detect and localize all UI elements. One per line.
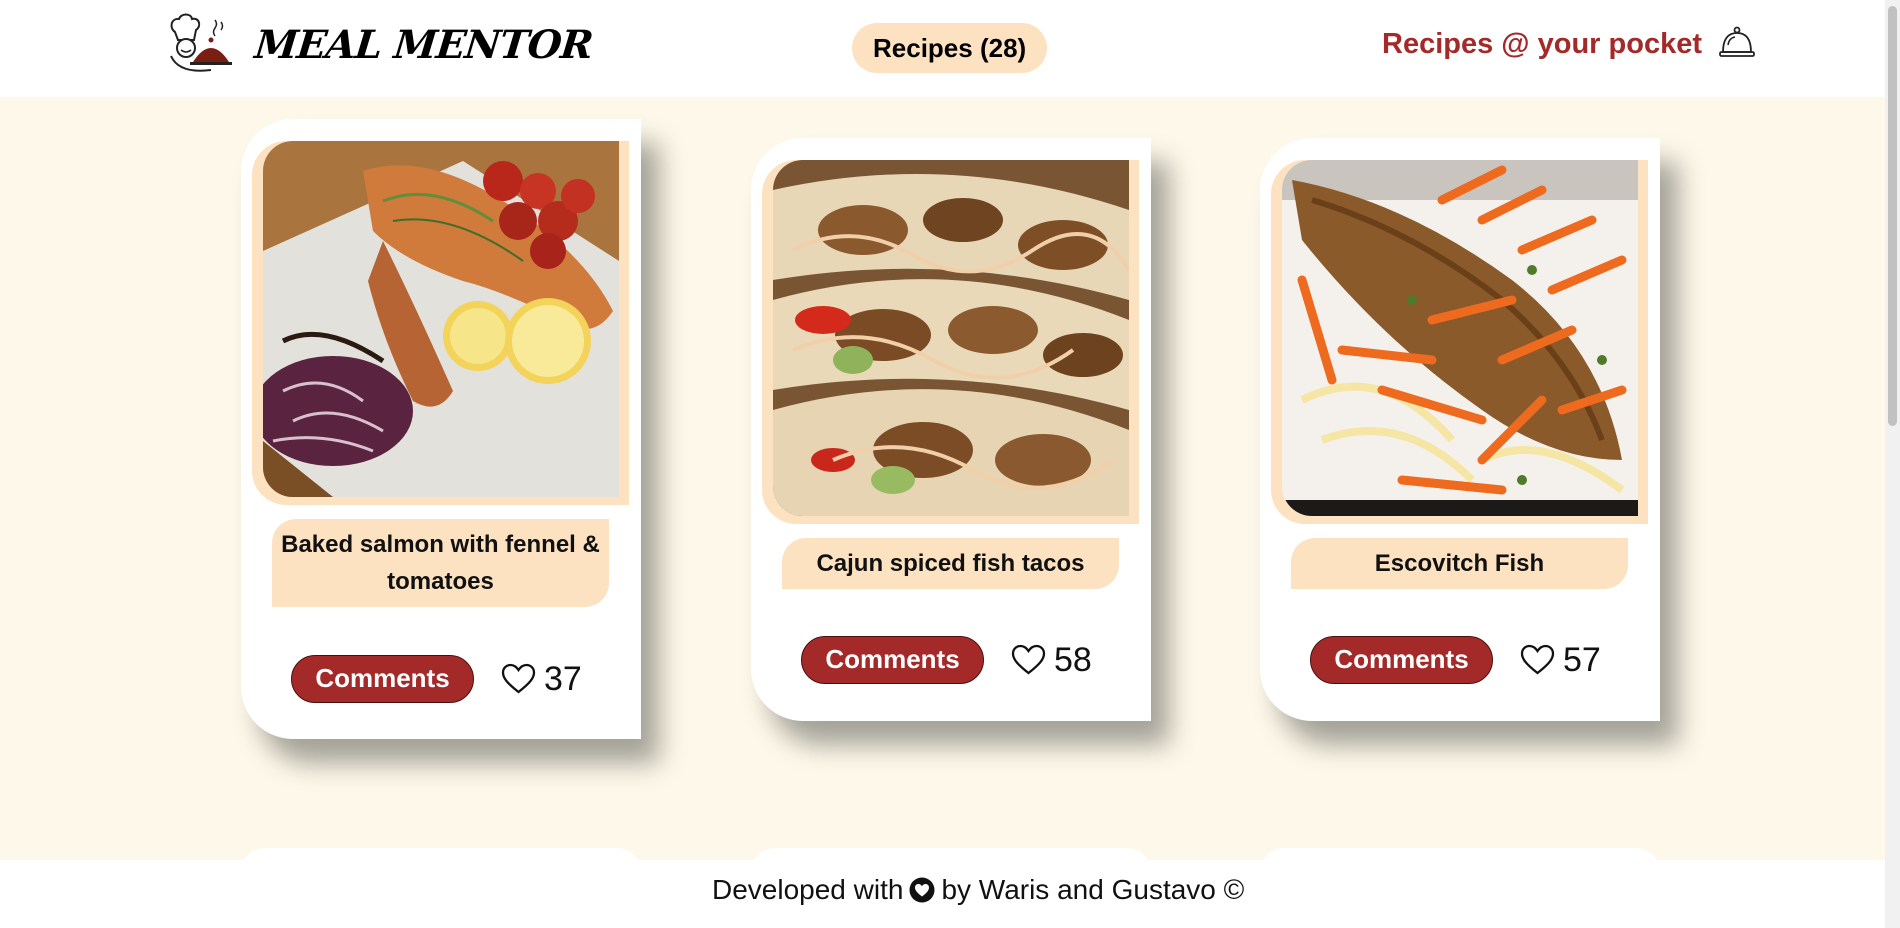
likes-count: 37 — [544, 659, 582, 698]
comments-button[interactable]: Comments — [1310, 636, 1493, 684]
footer-text-after: by Waris and Gustavo © — [941, 874, 1245, 905]
likes-count: 57 — [1563, 640, 1601, 679]
header: MEAL MENTOR Recipes (28) Recipes @ your … — [0, 0, 1900, 97]
likes[interactable]: 58 — [1011, 636, 1092, 684]
heart-icon — [909, 877, 935, 903]
heart-icon[interactable] — [501, 663, 536, 695]
recipes-count-badge[interactable]: Recipes (28) — [852, 23, 1048, 73]
footer: Developed with by Waris and Gustavo © — [0, 860, 1900, 928]
recipe-title[interactable]: Escovitch Fish — [1291, 538, 1628, 589]
recipe-card[interactable]: Baked salmon with fennel & tomatoes Comm… — [241, 119, 641, 739]
scrollbar-thumb[interactable] — [1888, 6, 1897, 426]
likes[interactable]: 37 — [501, 655, 582, 703]
footer-credit: Developed with by Waris and Gustavo © — [712, 874, 1244, 906]
recipe-photo-tacos[interactable] — [773, 160, 1129, 516]
recipe-photo-salmon[interactable] — [263, 141, 619, 497]
comments-button[interactable]: Comments — [801, 636, 984, 684]
service-bell-icon[interactable] — [1718, 24, 1756, 62]
recipe-card[interactable]: Cajun spiced fish tacos Comments 58 — [751, 138, 1151, 721]
likes-count: 58 — [1054, 640, 1092, 679]
recipe-photo-escovitch[interactable] — [1282, 160, 1638, 516]
footer-text-before: Developed with — [712, 874, 904, 905]
brand-name[interactable]: MEAL MENTOR — [253, 22, 595, 68]
page-scrollbar[interactable] — [1885, 0, 1900, 928]
tagline: Recipes @ your pocket — [1382, 28, 1702, 60]
recipe-title[interactable]: Cajun spiced fish tacos — [782, 538, 1119, 589]
recipe-title[interactable]: Baked salmon with fennel & tomatoes — [272, 519, 609, 607]
heart-icon[interactable] — [1011, 644, 1046, 676]
heart-icon[interactable] — [1520, 644, 1555, 676]
likes[interactable]: 57 — [1520, 636, 1601, 684]
comments-button[interactable]: Comments — [291, 655, 474, 703]
recipe-card[interactable]: Escovitch Fish Comments 57 — [1260, 138, 1660, 721]
chef-cloche-logo-icon[interactable] — [165, 10, 233, 76]
